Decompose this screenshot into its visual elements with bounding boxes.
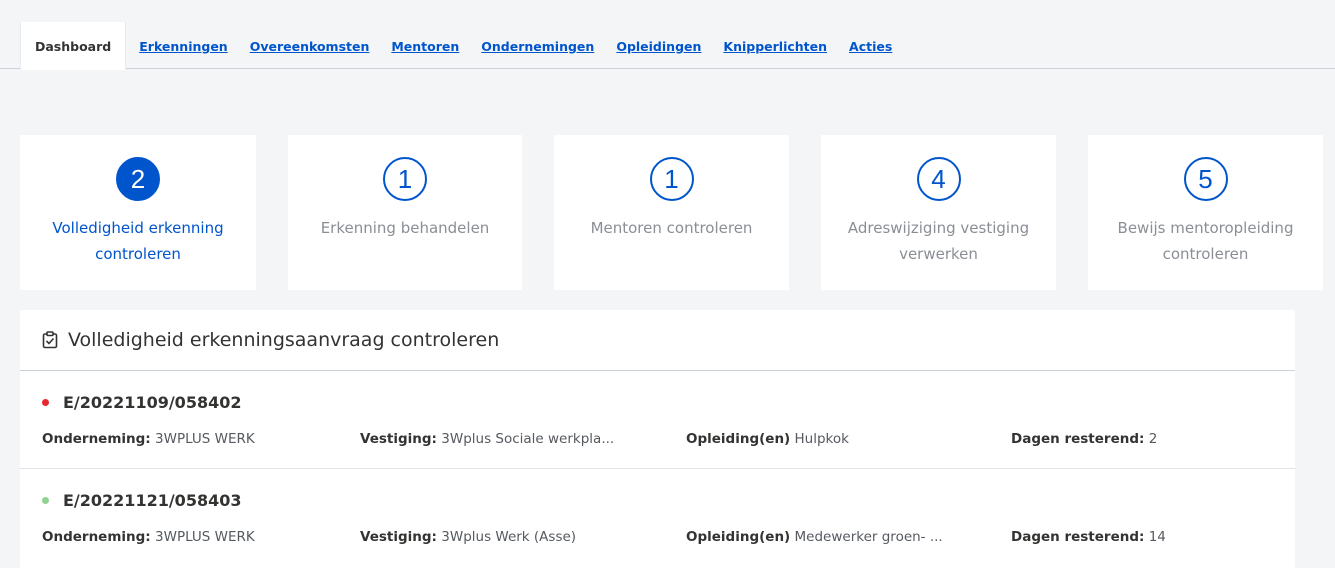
status-dot-icon [42,399,49,406]
tab-erkenningen[interactable]: Erkenningen [139,22,227,69]
task-row[interactable]: E/20221121/058403 Onderneming: 3WPLUS WE… [20,469,1295,567]
card-label: Volledigheid erkenning controleren [52,219,224,263]
count-badge: 1 [649,157,694,201]
opleiding-field: Opleiding(en) Hulpkok [686,431,849,447]
vestiging-field: Vestiging: 3Wplus Werk (Asse) [360,529,577,545]
task-row[interactable]: E/20221109/058402 Onderneming: 3WPLUS WE… [20,371,1295,469]
row-fields: Onderneming: 3WPLUS WERK Vestiging: 3Wpl… [42,529,1282,549]
panel-title: Volledigheid erkenningsaanvraag controle… [68,329,500,351]
panel-header: Volledigheid erkenningsaanvraag controle… [20,310,1295,371]
tab-mentoren[interactable]: Mentoren [391,22,459,69]
task-card-mentoren-controleren[interactable]: 1 Mentoren controleren [554,135,789,290]
row-id: E/20221121/058403 [42,491,241,510]
card-label: Bewijs mentoropleiding controleren [1117,219,1294,263]
tab-acties[interactable]: Acties [849,22,892,69]
task-card-volledigheid[interactable]: 2 Volledigheid erkenning controleren [20,135,256,290]
clipboard-check-icon [42,331,58,349]
card-label: Mentoren controleren [590,219,753,237]
task-card-bewijs-mentoropleiding[interactable]: 5 Bewijs mentoropleiding controleren [1088,135,1323,290]
card-label: Erkenning behandelen [320,219,490,237]
tab-bar: Dashboard Erkenningen Overeenkomsten Men… [20,22,914,70]
tab-ondernemingen[interactable]: Ondernemingen [481,22,594,69]
dagen-resterend-field: Dagen resterend: 2 [1011,431,1158,447]
count-badge: 2 [116,157,160,201]
onderneming-field: Onderneming: 3WPLUS WERK [42,431,255,447]
erkenning-number[interactable]: E/20221109/058402 [63,393,241,412]
task-list-panel: Volledigheid erkenningsaanvraag controle… [20,310,1295,568]
dagen-resterend-field: Dagen resterend: 14 [1011,529,1166,545]
count-badge: 5 [1183,157,1228,201]
vestiging-field: Vestiging: 3Wplus Sociale werkpla... [360,431,615,447]
erkenning-number[interactable]: E/20221121/058403 [63,491,241,510]
count-badge: 1 [383,157,427,201]
tab-opleidingen[interactable]: Opleidingen [616,22,701,69]
tab-knipperlichten[interactable]: Knipperlichten [723,22,827,69]
task-card-erkenning-behandelen[interactable]: 1 Erkenning behandelen [288,135,522,290]
top-navigation: Dashboard Erkenningen Overeenkomsten Men… [0,0,1335,70]
count-badge: 4 [916,157,961,201]
row-id: E/20221109/058402 [42,393,241,412]
tab-overeenkomsten[interactable]: Overeenkomsten [250,22,370,69]
status-dot-icon [42,497,49,504]
task-card-adreswijziging[interactable]: 4 Adreswijziging vestiging verwerken [821,135,1056,290]
opleiding-field: Opleiding(en) Medewerker groen- ... [686,529,943,545]
onderneming-field: Onderneming: 3WPLUS WERK [42,529,255,545]
row-fields: Onderneming: 3WPLUS WERK Vestiging: 3Wpl… [42,431,1282,451]
card-label: Adreswijziging vestiging verwerken [847,219,1030,263]
tab-dashboard[interactable]: Dashboard [20,22,127,70]
